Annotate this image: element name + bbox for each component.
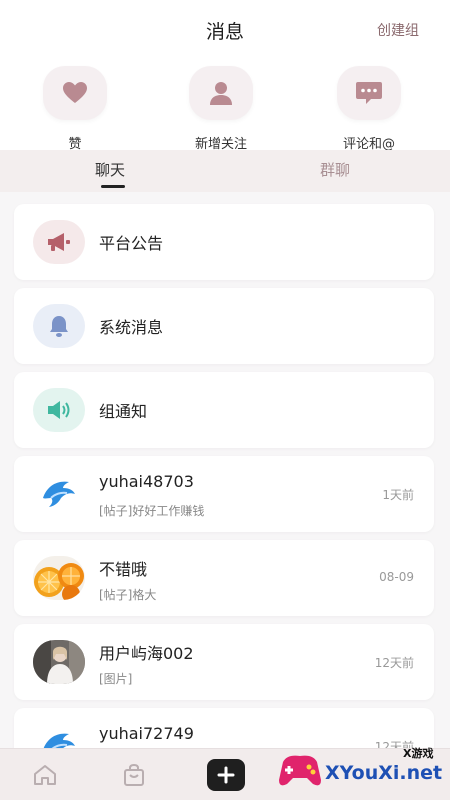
chat-preview: [帖子]好好工作赚钱	[99, 504, 205, 518]
notice-group-notifications[interactable]: 组通知	[14, 372, 434, 448]
quick-actions: 赞 新增关注 评论和@	[0, 58, 450, 152]
speaker-icon	[33, 388, 85, 432]
notice-name: 组通知	[99, 402, 148, 421]
plus-icon[interactable]	[207, 759, 245, 791]
tab-chat[interactable]: 聊天	[95, 159, 125, 180]
person-icon	[189, 66, 253, 120]
tab-group-chat[interactable]: 群聊	[320, 159, 350, 180]
notice-name: 平台公告	[99, 234, 164, 253]
chat-time: 12天前	[374, 656, 414, 670]
chat-name: yuhai48703	[99, 472, 194, 491]
chat-preview: [帖子]格大	[99, 588, 157, 602]
chat-time: 08-09	[379, 570, 414, 584]
notice-name: 系统消息	[99, 318, 164, 337]
site-watermark: X游戏 XYouXi.net	[275, 740, 450, 800]
top-bar: 消息 创建组	[0, 0, 450, 58]
orange-avatar	[33, 556, 85, 600]
megaphone-icon	[33, 220, 85, 264]
chat-item[interactable]: 用户屿海002 [图片] 12天前	[14, 624, 434, 700]
notice-platform-announcement[interactable]: 平台公告	[14, 204, 434, 280]
bag-icon[interactable]	[121, 763, 147, 787]
notice-system-messages[interactable]: 系统消息	[14, 288, 434, 364]
photo-avatar	[33, 640, 85, 684]
comment-icon	[337, 66, 401, 120]
chat-item[interactable]: yuhai48703 [帖子]好好工作赚钱 1天前	[14, 456, 434, 532]
chat-tabs: 聊天 群聊	[0, 150, 450, 192]
dolphin-avatar	[33, 472, 85, 516]
bell-icon	[33, 304, 85, 348]
chat-name: 不错哦	[99, 560, 148, 579]
gamepad-logo-icon	[279, 755, 321, 786]
home-icon[interactable]	[32, 763, 58, 787]
heart-icon	[43, 66, 107, 120]
new-followers-button[interactable]: 新增关注	[161, 66, 281, 152]
watermark-brand: XYouXi.net	[325, 762, 443, 784]
active-tab-indicator	[101, 185, 125, 188]
likes-button[interactable]: 赞	[15, 66, 135, 152]
chat-time: 1天前	[382, 488, 414, 502]
chat-preview: [图片]	[99, 672, 133, 686]
create-group-button[interactable]: 创建组	[377, 20, 419, 40]
chat-item[interactable]: 不错哦 [帖子]格大 08-09	[14, 540, 434, 616]
chat-name: 用户屿海002	[99, 644, 194, 663]
watermark-top-text: X游戏	[403, 747, 434, 760]
chat-name: yuhai72749	[99, 724, 194, 743]
comments-button[interactable]: 评论和@	[309, 66, 429, 152]
